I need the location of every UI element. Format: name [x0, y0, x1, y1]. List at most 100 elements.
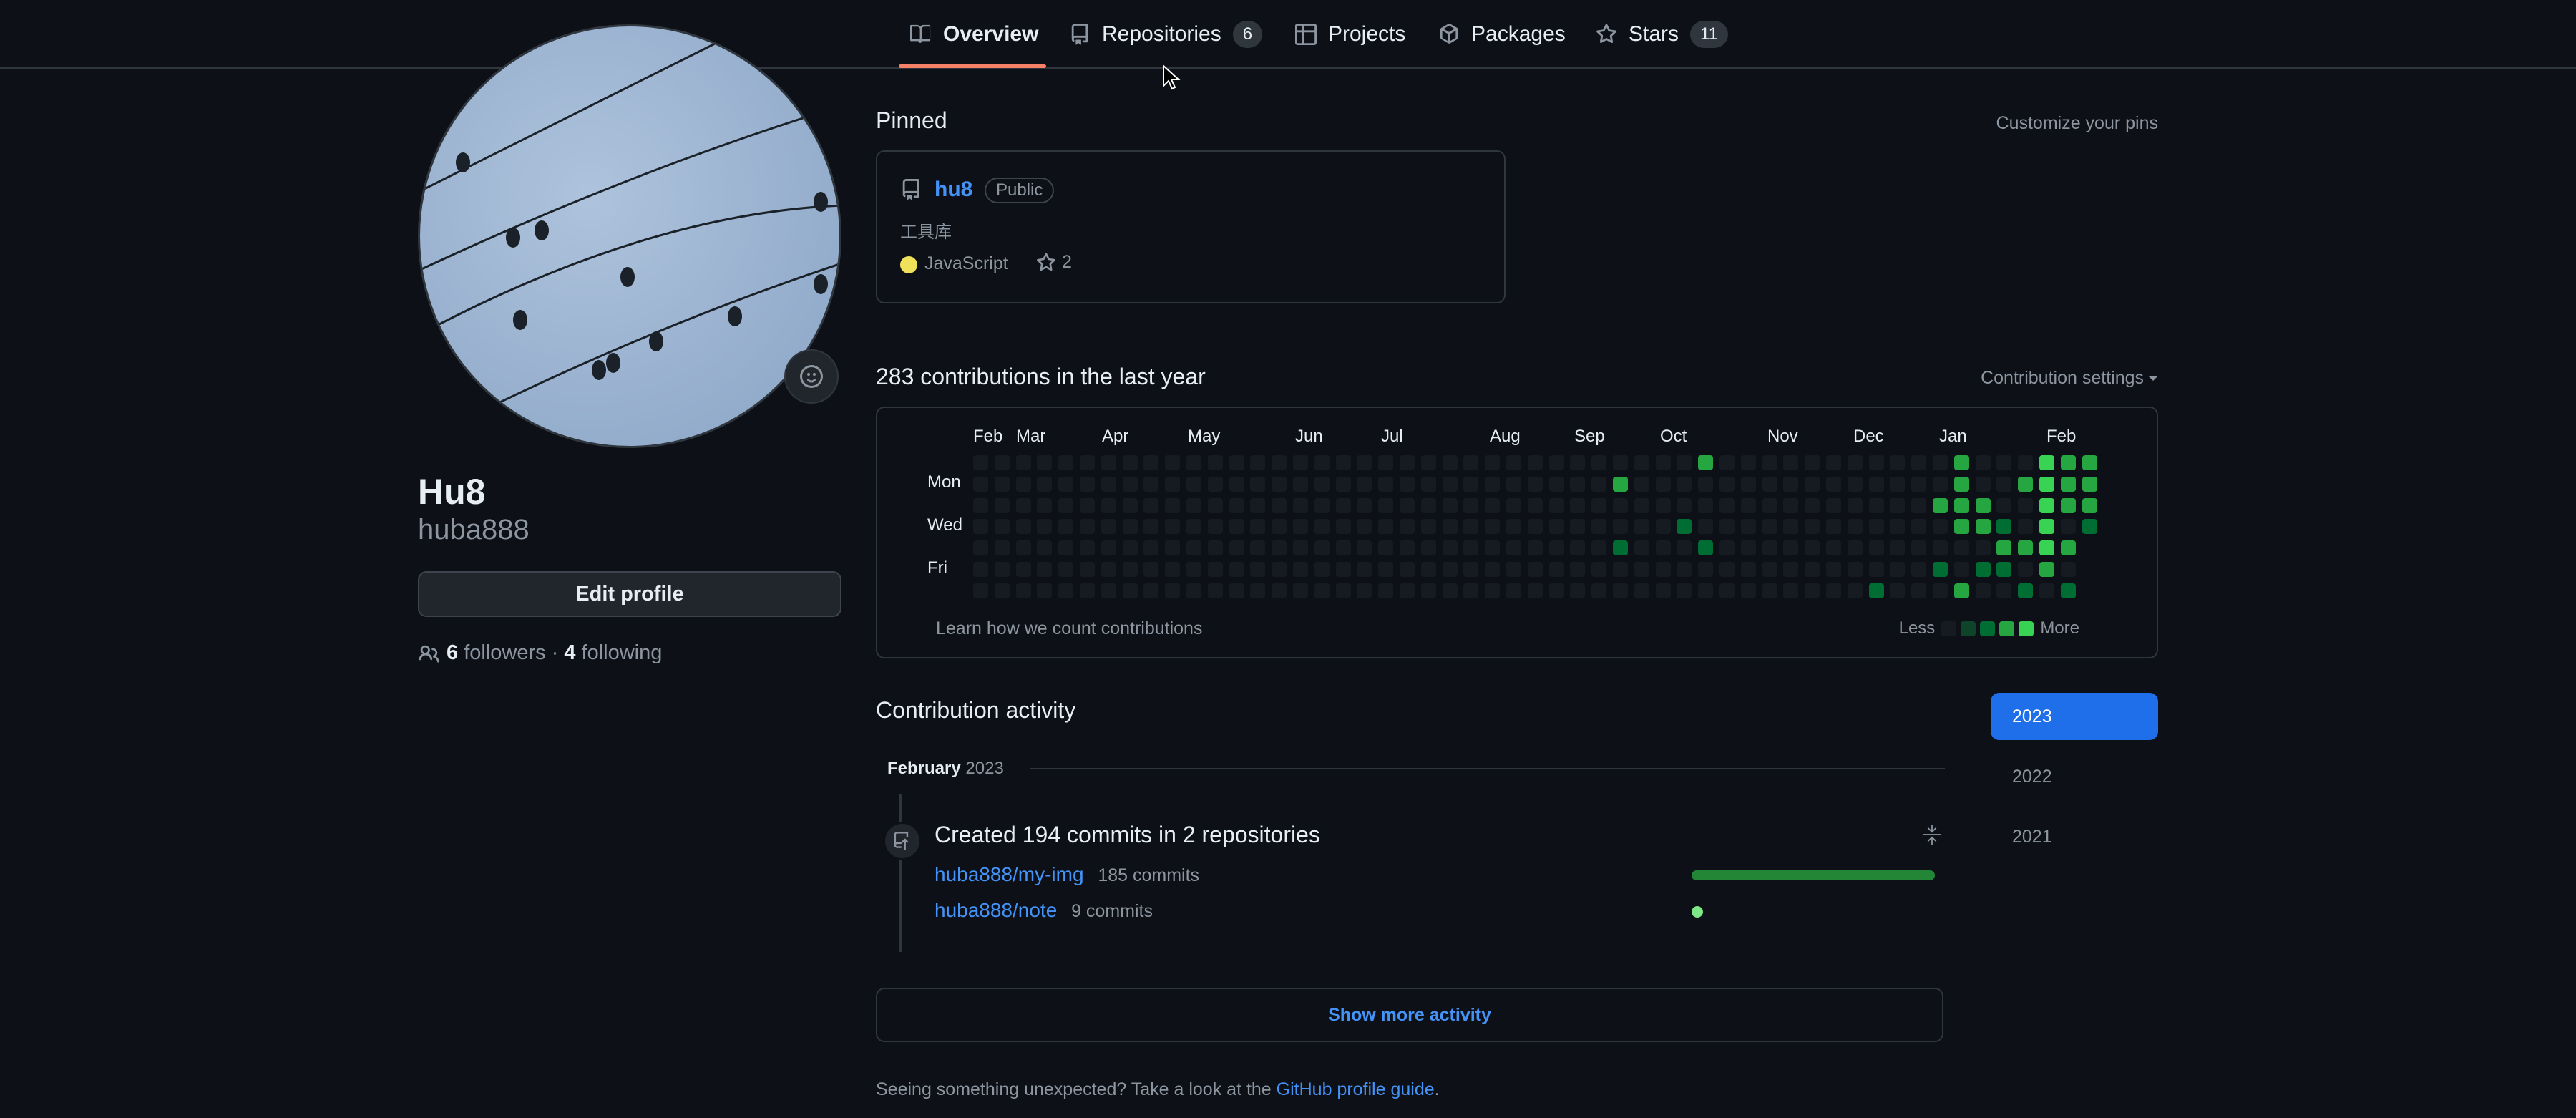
contribution-day-cell[interactable]: [973, 498, 988, 513]
contribution-day-cell[interactable]: [1165, 562, 1180, 577]
contribution-day-cell[interactable]: [1634, 540, 1649, 555]
contribution-day-cell[interactable]: [1783, 455, 1798, 470]
contribution-day-cell[interactable]: [1186, 455, 1201, 470]
contribution-day-cell[interactable]: [1826, 498, 1841, 513]
contribution-day-cell[interactable]: [1357, 583, 1372, 598]
contribution-day-cell[interactable]: [1528, 455, 1543, 470]
contribution-day-cell[interactable]: [2061, 519, 2076, 534]
contribution-day-cell[interactable]: [973, 583, 988, 598]
contribution-day-cell[interactable]: [1976, 455, 1991, 470]
contribution-day-cell[interactable]: [1463, 562, 1478, 577]
contribution-day-cell[interactable]: [1421, 519, 1436, 534]
contribution-day-cell[interactable]: [1869, 455, 1884, 470]
contribution-day-cell[interactable]: [1314, 477, 1330, 492]
contribution-day-cell[interactable]: [1506, 498, 1521, 513]
contribution-day-cell[interactable]: [1826, 455, 1841, 470]
contribution-day-cell[interactable]: [1719, 477, 1735, 492]
contribution-day-cell[interactable]: [1293, 477, 1308, 492]
contribution-day-cell[interactable]: [2018, 583, 2033, 598]
contribution-day-cell[interactable]: [1762, 477, 1777, 492]
contribution-day-cell[interactable]: [1762, 540, 1777, 555]
contribution-day-cell[interactable]: [995, 583, 1010, 598]
contribution-day-cell[interactable]: [1123, 519, 1138, 534]
contribution-day-cell[interactable]: [1613, 477, 1628, 492]
contribution-day-cell[interactable]: [2061, 477, 2076, 492]
contribution-day-cell[interactable]: [1485, 562, 1500, 577]
contribution-day-cell[interactable]: [1101, 477, 1116, 492]
contribution-day-cell[interactable]: [1400, 498, 1415, 513]
contribution-day-cell[interactable]: [1357, 540, 1372, 555]
customize-pins-link[interactable]: Customize your pins: [1996, 113, 2158, 134]
contribution-day-cell[interactable]: [1229, 583, 1244, 598]
contribution-day-cell[interactable]: [1208, 498, 1223, 513]
contribution-day-cell[interactable]: [1976, 498, 1991, 513]
contribution-day-cell[interactable]: [1123, 455, 1138, 470]
tab-stars[interactable]: Stars 11: [1596, 0, 1728, 69]
contribution-day-cell[interactable]: [1954, 455, 1969, 470]
contribution-day-cell[interactable]: [1613, 519, 1628, 534]
contribution-day-cell[interactable]: [1996, 562, 2011, 577]
contribution-day-cell[interactable]: [1656, 477, 1671, 492]
contribution-day-cell[interactable]: [2018, 540, 2033, 555]
contribution-day-cell[interactable]: [1250, 455, 1265, 470]
contribution-day-cell[interactable]: [2061, 455, 2076, 470]
contribution-day-cell[interactable]: [1058, 562, 1073, 577]
contribution-day-cell[interactable]: [1123, 562, 1138, 577]
contribution-day-cell[interactable]: [1783, 477, 1798, 492]
contribution-day-cell[interactable]: [1336, 519, 1351, 534]
contribution-day-cell[interactable]: [1421, 583, 1436, 598]
contribution-day-cell[interactable]: [1186, 519, 1201, 534]
contribution-day-cell[interactable]: [1485, 498, 1500, 513]
contribution-day-cell[interactable]: [1101, 455, 1116, 470]
contribution-day-cell[interactable]: [1528, 540, 1543, 555]
contribution-day-cell[interactable]: [1016, 583, 1031, 598]
contribution-day-cell[interactable]: [1378, 455, 1393, 470]
contribution-day-cell[interactable]: [1996, 477, 2011, 492]
contribution-day-cell[interactable]: [1058, 498, 1073, 513]
contribution-day-cell[interactable]: [1549, 498, 1564, 513]
contribution-day-cell[interactable]: [1058, 540, 1073, 555]
profile-guide-link[interactable]: GitHub profile guide: [1277, 1079, 1435, 1099]
show-more-activity-button[interactable]: Show more activity: [876, 988, 1943, 1042]
contribution-day-cell[interactable]: [1890, 477, 1905, 492]
contribution-day-cell[interactable]: [1357, 519, 1372, 534]
contribution-day-cell[interactable]: [1698, 583, 1713, 598]
contribution-day-cell[interactable]: [1783, 540, 1798, 555]
contribution-day-cell[interactable]: [1805, 498, 1820, 513]
contribution-day-cell[interactable]: [1336, 583, 1351, 598]
contribution-day-cell[interactable]: [1848, 455, 1863, 470]
contribution-day-cell[interactable]: [1677, 455, 1692, 470]
contribution-day-cell[interactable]: [1591, 498, 1606, 513]
contribution-day-cell[interactable]: [1570, 498, 1585, 513]
contribution-day-cell[interactable]: [1186, 498, 1201, 513]
activity-commit-count[interactable]: 9 commits: [1071, 901, 1153, 921]
contribution-day-cell[interactable]: [1890, 519, 1905, 534]
contribution-day-cell[interactable]: [1528, 562, 1543, 577]
contribution-day-cell[interactable]: [1741, 519, 1756, 534]
contribution-day-cell[interactable]: [1123, 540, 1138, 555]
contribution-day-cell[interactable]: [1058, 455, 1073, 470]
contribution-day-cell[interactable]: [2018, 519, 2033, 534]
year-filter-2023[interactable]: 2023: [1991, 693, 2158, 740]
contribution-day-cell[interactable]: [1549, 562, 1564, 577]
contribution-day-cell[interactable]: [1293, 519, 1308, 534]
contribution-day-cell[interactable]: [1933, 519, 1948, 534]
followers-link[interactable]: 6 followers: [447, 641, 546, 665]
contribution-day-cell[interactable]: [1656, 498, 1671, 513]
contribution-day-cell[interactable]: [1570, 562, 1585, 577]
contribution-day-cell[interactable]: [1378, 519, 1393, 534]
contribution-day-cell[interactable]: [1954, 583, 1969, 598]
activity-repo-link[interactable]: huba888/my-img: [935, 863, 1084, 885]
contribution-day-cell[interactable]: [1143, 477, 1158, 492]
contribution-day-cell[interactable]: [2082, 498, 2097, 513]
contribution-day-cell[interactable]: [1336, 477, 1351, 492]
contribution-day-cell[interactable]: [1378, 540, 1393, 555]
contribution-day-cell[interactable]: [1890, 455, 1905, 470]
contribution-day-cell[interactable]: [1165, 519, 1180, 534]
contribution-day-cell[interactable]: [1165, 477, 1180, 492]
contribution-day-cell[interactable]: [1976, 583, 1991, 598]
contribution-day-cell[interactable]: [1954, 562, 1969, 577]
contribution-day-cell[interactable]: [1570, 583, 1585, 598]
contribution-day-cell[interactable]: [1613, 498, 1628, 513]
contribution-day-cell[interactable]: [2082, 519, 2097, 534]
